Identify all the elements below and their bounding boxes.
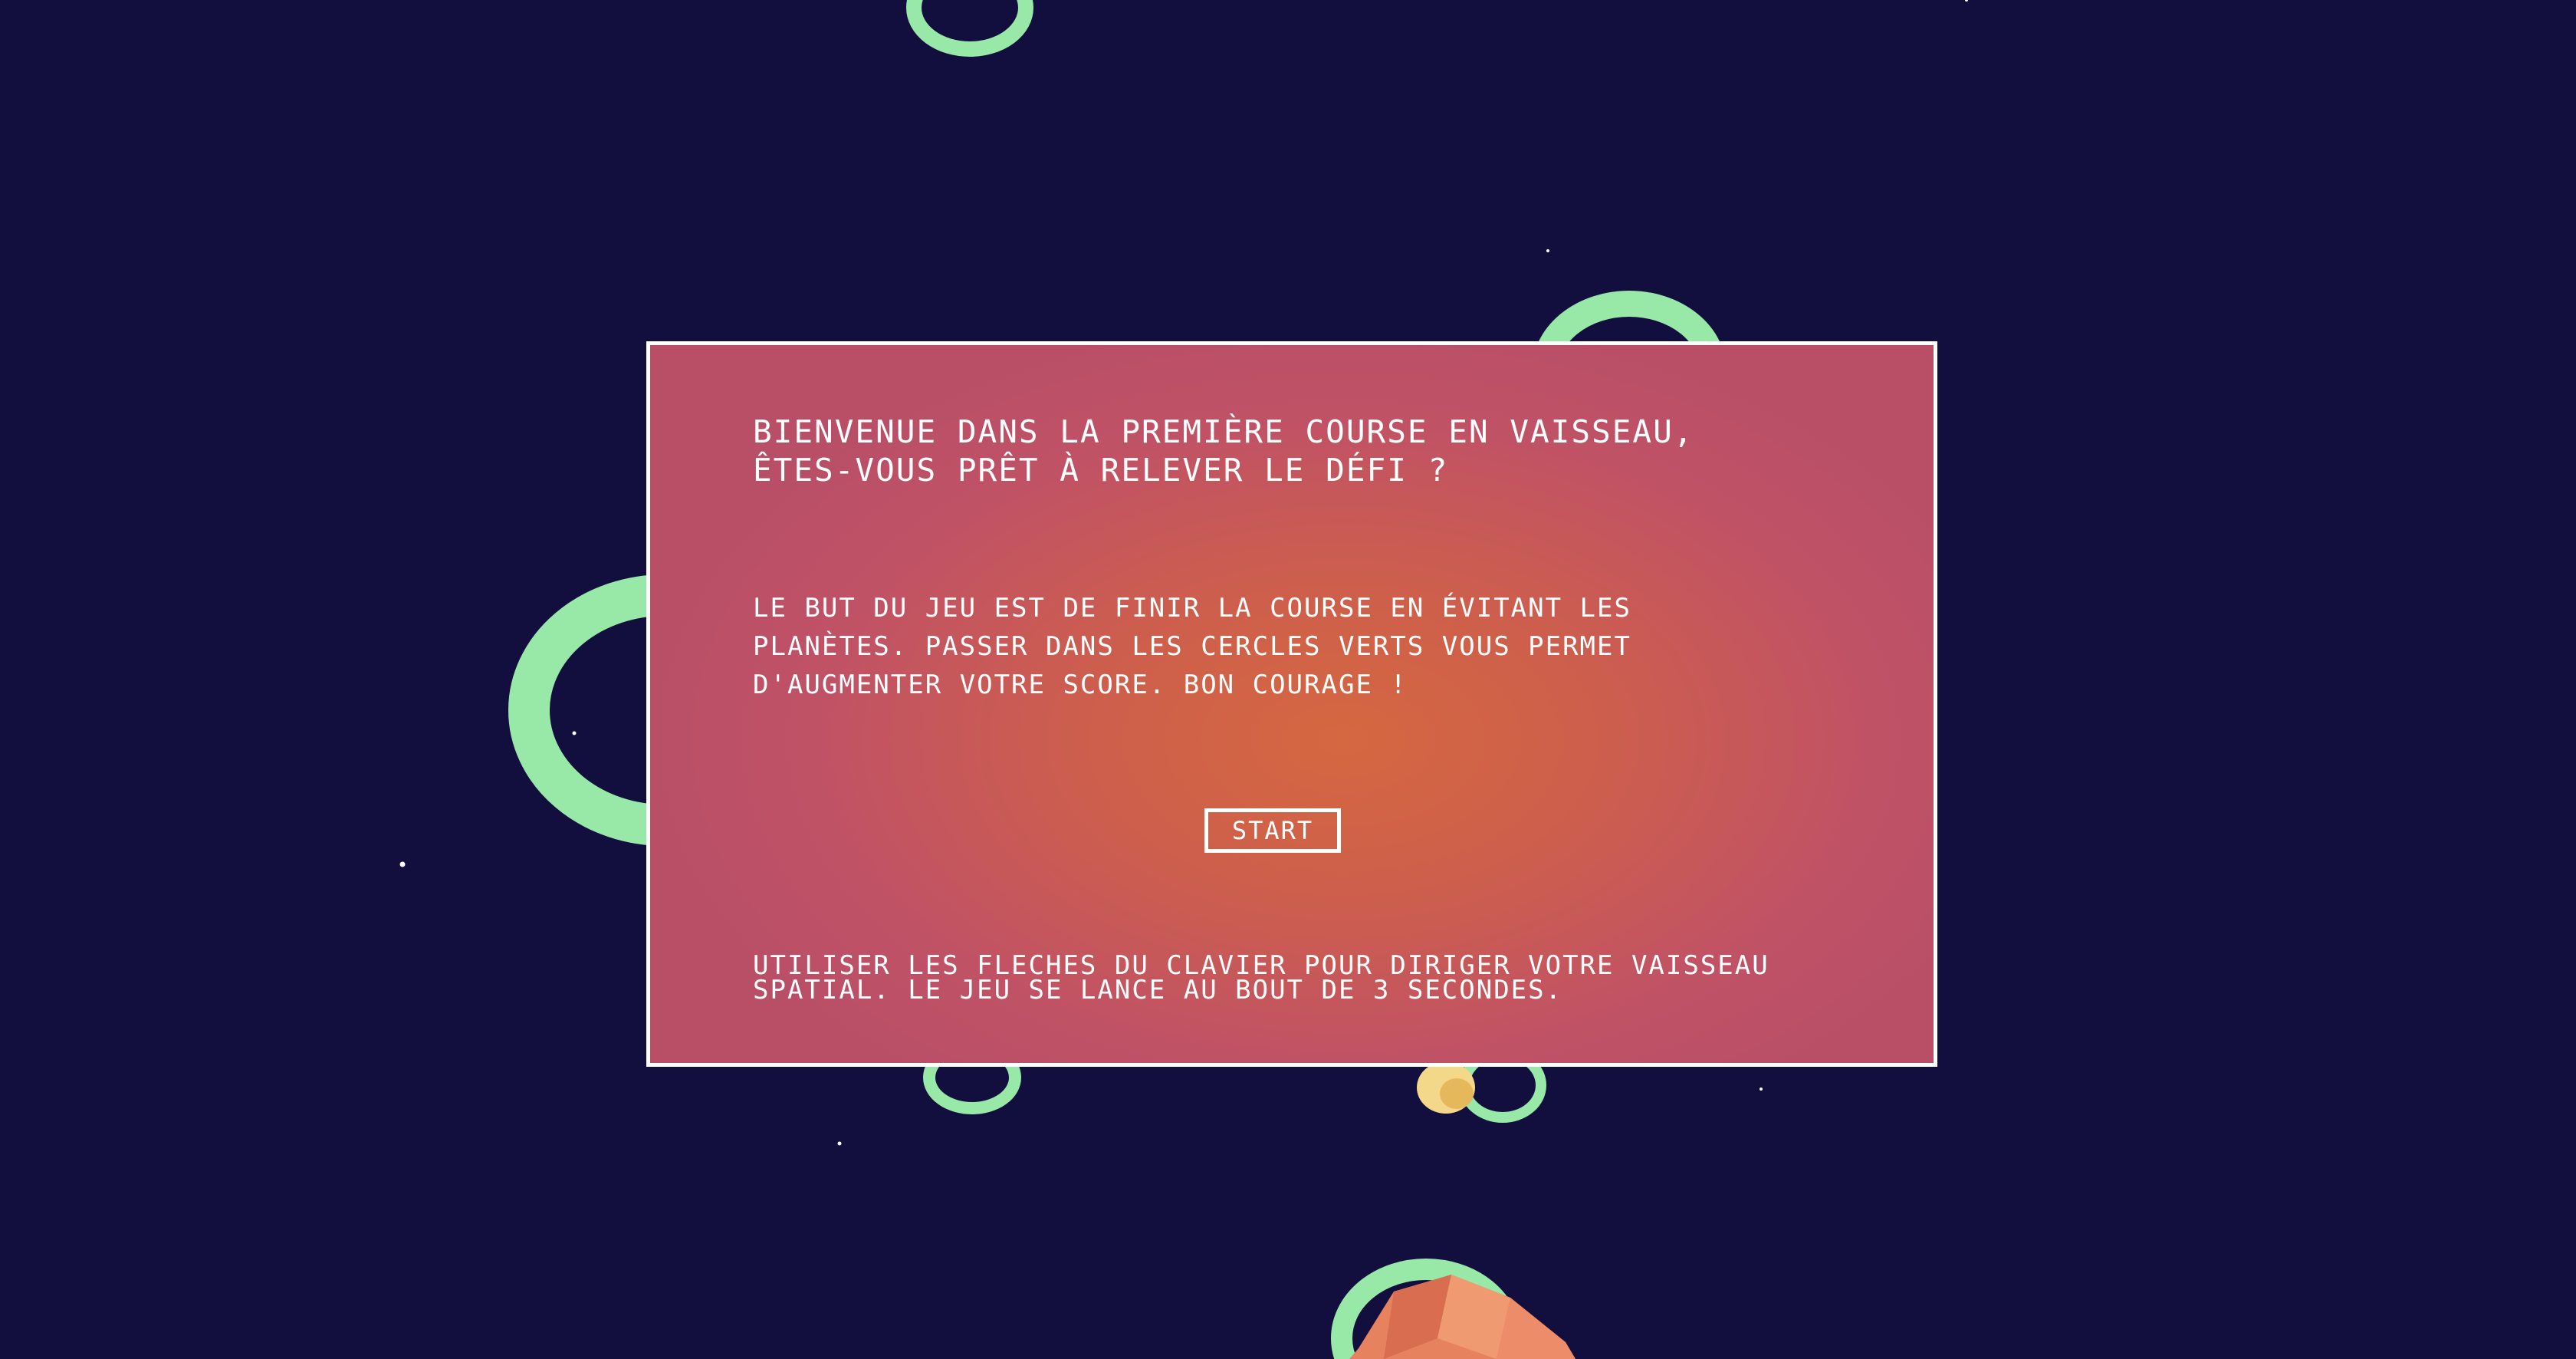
yellow-planet-shade [1440, 1078, 1474, 1109]
star [399, 861, 406, 867]
intro-modal: BIENVENUE DANS LA PREMIÈRE COURSE EN VAI… [646, 341, 1937, 1067]
game-description: LE BUT DU JEU EST DE FINIR LA COURSE EN … [753, 593, 1631, 700]
planet-face [1497, 1298, 1576, 1359]
star [1965, 0, 1968, 2]
controls-instructions: UTILISER LES FLECHES DU CLAVIER POUR DIR… [753, 950, 1769, 1005]
start-button[interactable]: START [1204, 808, 1341, 853]
green-ring [906, 0, 1033, 57]
star [1760, 1088, 1763, 1091]
star [572, 731, 577, 735]
star [837, 1141, 842, 1146]
star [1546, 249, 1549, 252]
welcome-title: BIENVENUE DANS LA PREMIÈRE COURSE EN VAI… [753, 413, 1694, 489]
yellow-planet [1417, 1061, 1475, 1114]
